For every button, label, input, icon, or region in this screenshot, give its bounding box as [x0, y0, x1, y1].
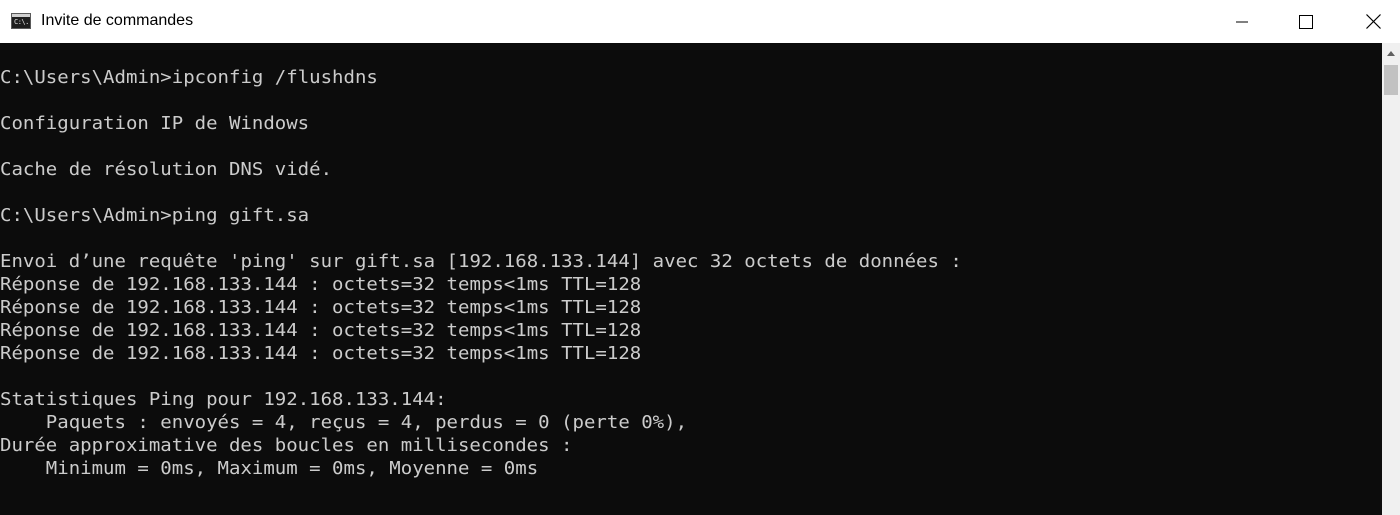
console-line: Minimum = 0ms, Maximum = 0ms, Moyenne = …: [0, 458, 539, 479]
scroll-thumb[interactable]: [1384, 65, 1398, 95]
console-line: Configuration IP de Windows: [0, 113, 310, 134]
maximize-button[interactable]: [1283, 0, 1329, 43]
console-line: Cache de résolution DNS vidé.: [0, 159, 333, 180]
console-line: Réponse de 192.168.133.144 : octets=32 t…: [0, 320, 642, 341]
console-line: Réponse de 192.168.133.144 : octets=32 t…: [0, 274, 642, 295]
console-line: Envoi d’une requête 'ping' sur gift.sa […: [0, 251, 962, 272]
vertical-scrollbar[interactable]: [1382, 43, 1400, 515]
console-line: Statistiques Ping pour 192.168.133.144:: [0, 389, 447, 410]
console-line: Paquets : envoyés = 4, reçus = 4, perdus…: [0, 412, 688, 433]
title-bar[interactable]: C:\. Invite de commandes: [0, 0, 1400, 43]
maximize-icon: [1299, 14, 1313, 29]
console-line: C:\Users\Admin>ipconfig /flushdns: [0, 67, 378, 88]
minimize-icon: [1236, 21, 1248, 22]
console-line: Durée approximative des boucles en milli…: [0, 435, 573, 456]
command-prompt-window: C:\. Invite de commandes C:\Users\Admin>…: [0, 0, 1400, 515]
close-icon: [1365, 14, 1381, 29]
close-button[interactable]: [1350, 0, 1396, 43]
app-icon-glyph: C:\.: [14, 18, 29, 26]
minimize-button[interactable]: [1219, 0, 1265, 43]
chevron-up-icon: [1387, 50, 1395, 56]
console-output[interactable]: C:\Users\Admin>ipconfig /flushdns Config…: [0, 43, 1382, 515]
console-line: Réponse de 192.168.133.144 : octets=32 t…: [0, 343, 642, 364]
console-line: Réponse de 192.168.133.144 : octets=32 t…: [0, 297, 642, 318]
window-title: Invite de commandes: [41, 12, 194, 29]
scroll-up-button[interactable]: [1382, 43, 1400, 63]
console-app-icon[interactable]: C:\.: [11, 13, 31, 29]
console-line: C:\Users\Admin>ping gift.sa: [0, 205, 310, 226]
